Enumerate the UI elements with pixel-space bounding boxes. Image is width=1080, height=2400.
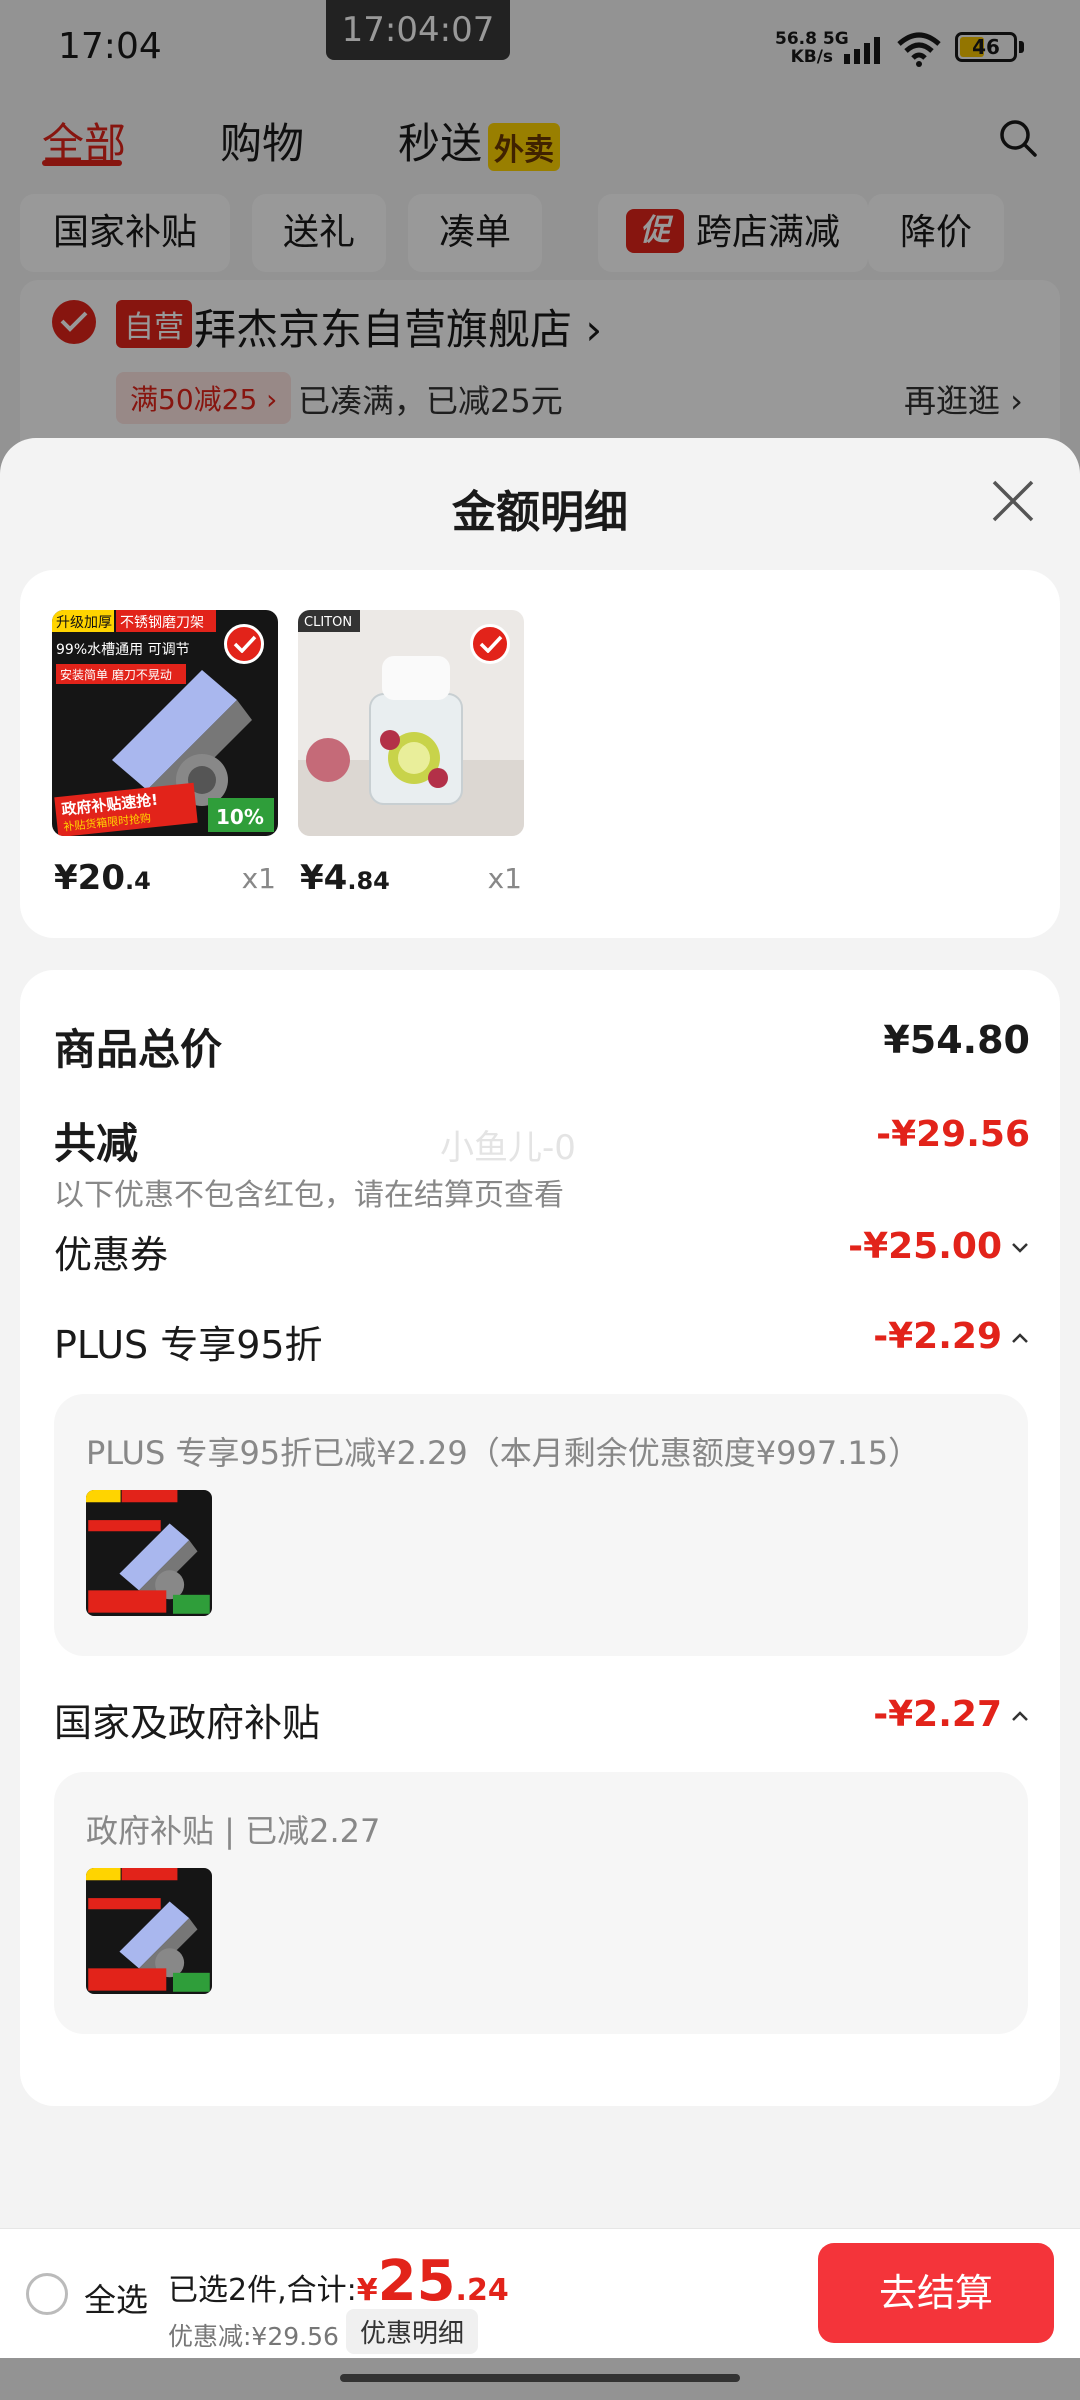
discount-detail-button[interactable]: 优惠明细	[346, 2309, 479, 2354]
sheet-title: 金额明细	[452, 487, 628, 538]
close-icon[interactable]	[990, 478, 1036, 524]
select-all-radio[interactable]	[26, 2273, 68, 2315]
svg-text:不锈钢磨刀架: 不锈钢磨刀架	[120, 615, 204, 631]
plus-label: PLUS 专享95折	[54, 1323, 323, 1367]
plus-product-thumb	[86, 1490, 212, 1616]
svg-text:升级加厚: 升级加厚	[56, 615, 112, 631]
coupon-row[interactable]: -¥25.00	[848, 1226, 1030, 1267]
product-qty: x1	[241, 862, 276, 895]
svg-text:10%: 10%	[216, 805, 264, 829]
product-price: ¥4.84	[300, 858, 390, 898]
price-int: ¥4	[300, 858, 348, 898]
gov-subsidy-row[interactable]: -¥2.27	[873, 1694, 1030, 1735]
total-int: 25	[377, 2249, 456, 2314]
gov-subsidy-label: 国家及政府补贴	[54, 1701, 321, 1745]
plus-detail-text: PLUS 专享95折已减¥2.29（本月剩余优惠额度¥997.15）	[86, 1434, 921, 1472]
total-reduce-value: -¥29.56	[876, 1114, 1030, 1155]
checkout-footer: 全选 已选2件,合计:¥25.24 优惠减:¥29.56 优惠明细 去结算	[0, 2228, 1080, 2358]
product-glass-jar[interactable]: CLITON ¥4.84 x1	[298, 610, 524, 898]
coupon-value: -¥25.00	[848, 1226, 1002, 1267]
price-int: ¥20	[54, 858, 125, 898]
chevron-up-icon	[1012, 1711, 1028, 1721]
gov-detail-text: 政府补贴 | 已减2.27	[86, 1812, 381, 1850]
amount-detail-card: 商品总价 ¥54.80 共减 -¥29.56 小鱼儿-0 以下优惠不包含红包，请…	[20, 970, 1060, 2106]
gov-detail-box: 政府补贴 | 已减2.27	[54, 1772, 1028, 2034]
product-price: ¥20.4	[54, 858, 151, 898]
chevron-up-icon	[1012, 1333, 1028, 1343]
plus-value: -¥2.29	[873, 1316, 1002, 1357]
amount-detail-sheet: 金额明细 升级加厚 不锈钢磨刀架 99%水槽通用 可调节 安装简单 磨刀不晃动	[0, 438, 1080, 2230]
plus-detail-box: PLUS 专享95折已减¥2.29（本月剩余优惠额度¥997.15）	[54, 1394, 1028, 1656]
selected-check-icon[interactable]	[470, 624, 510, 664]
saved-amount: 优惠减:¥29.56	[168, 2322, 339, 2351]
summary-prefix: 已选2件,合计:	[168, 2273, 357, 2308]
product-image: 升级加厚 不锈钢磨刀架 99%水槽通用 可调节 安装简单 磨刀不晃动 政府补贴速…	[52, 610, 278, 836]
checkout-button[interactable]: 去结算	[818, 2243, 1054, 2343]
select-all-label[interactable]: 全选	[84, 2275, 148, 2321]
price-dec: .84	[347, 867, 390, 895]
product-qty: x1	[487, 862, 522, 895]
plus-row[interactable]: -¥2.29	[873, 1316, 1030, 1357]
gov-product-thumb	[86, 1868, 212, 1994]
total-dec: .24	[455, 2273, 509, 2308]
product-image: CLITON	[298, 610, 524, 836]
selected-check-icon[interactable]	[224, 624, 264, 664]
price-dec: .4	[124, 867, 151, 895]
total-price-value: ¥54.80	[883, 1018, 1030, 1062]
chevron-down-icon	[1012, 1243, 1028, 1253]
svg-text:安装简单 磨刀不晃动: 安装简单 磨刀不晃动	[60, 667, 172, 682]
reduce-note: 以下优惠不包含红包，请在结算页查看	[54, 1178, 564, 1213]
product-knife-sharpener[interactable]: 升级加厚 不锈钢磨刀架 99%水槽通用 可调节 安装简单 磨刀不晃动 政府补贴速…	[52, 610, 278, 898]
svg-text:CLITON: CLITON	[304, 615, 352, 630]
gov-subsidy-value: -¥2.27	[873, 1694, 1002, 1735]
products-card: 升级加厚 不锈钢磨刀架 99%水槽通用 可调节 安装简单 磨刀不晃动 政府补贴速…	[20, 570, 1060, 938]
watermark: 小鱼儿-0	[440, 1128, 576, 1168]
total-symbol: ¥	[356, 2273, 378, 2308]
coupon-label: 优惠券	[54, 1233, 169, 1277]
home-indicator[interactable]	[340, 2374, 740, 2382]
svg-text:99%水槽通用 可调节: 99%水槽通用 可调节	[56, 642, 190, 658]
selected-summary: 已选2件,合计:¥25.24	[168, 2249, 509, 2314]
total-price-label: 商品总价	[54, 1025, 223, 1074]
total-reduce-label: 共减	[54, 1119, 139, 1168]
